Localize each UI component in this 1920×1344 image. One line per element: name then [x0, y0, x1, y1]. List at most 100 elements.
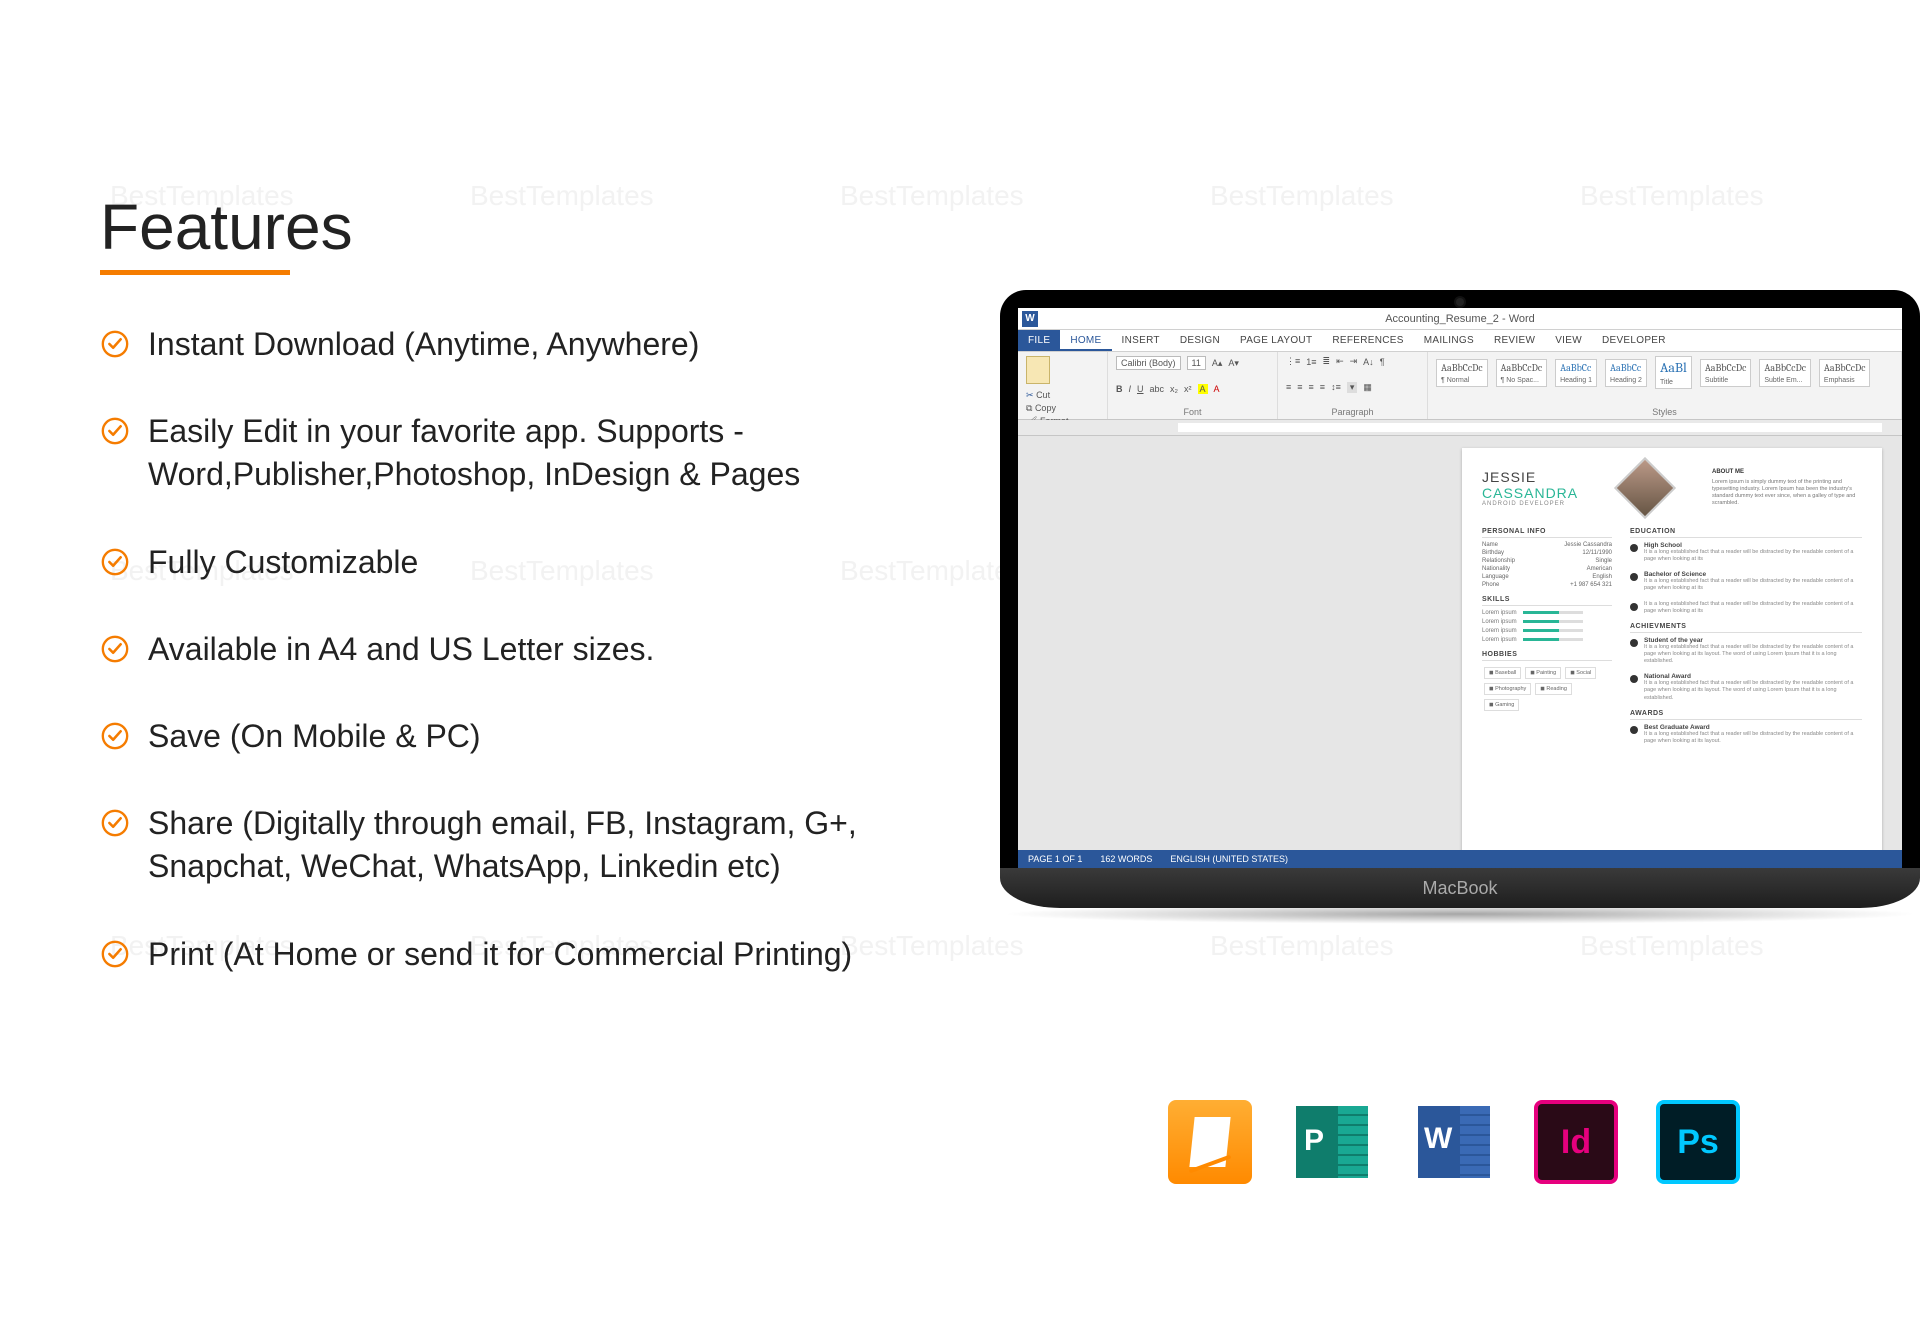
italic-button[interactable]: I: [1129, 384, 1132, 394]
highlight-button[interactable]: A: [1198, 384, 1208, 394]
check-icon: [100, 721, 130, 751]
resume-role: ANDROID DEVELOPER: [1482, 501, 1578, 507]
style--normal[interactable]: AaBbCcDc¶ Normal: [1436, 359, 1488, 387]
check-icon: [100, 808, 130, 838]
ribbon-group-paragraph: ⋮≡ 1≡ ≣ ⇤ ⇥ A↓ ¶ ≡ ≡ ≡: [1278, 352, 1428, 419]
info-row: RelationshipSingle: [1482, 558, 1612, 564]
feature-item: Print (At Home or send it for Commercial…: [100, 933, 880, 976]
bold-button[interactable]: B: [1116, 384, 1123, 394]
feature-text: Share (Digitally through email, FB, Inst…: [148, 802, 880, 888]
resume-entry: Best Graduate AwardIt is a long establis…: [1630, 724, 1862, 745]
style-heading-2[interactable]: AaBbCcHeading 2: [1605, 359, 1647, 387]
style-emphasis[interactable]: AaBbCcDcEmphasis: [1819, 359, 1871, 387]
word-app-icon: W: [1022, 311, 1038, 327]
font-color-button[interactable]: A: [1214, 384, 1220, 394]
style-title[interactable]: AaBlTitle: [1655, 356, 1692, 389]
ribbon-group-label: Paragraph: [1286, 407, 1419, 417]
word-doc-title: Accounting_Resume_2 - Word: [1385, 313, 1535, 325]
page: Features Instant Download (Anytime, Anyw…: [0, 0, 1920, 1344]
style--no-spac-[interactable]: AaBbCcDc¶ No Spac...: [1496, 359, 1548, 387]
feature-text: Save (On Mobile & PC): [148, 715, 481, 758]
ribbon-tab-mailings[interactable]: MAILINGS: [1414, 330, 1484, 351]
ribbon-tab-page-layout[interactable]: PAGE LAYOUT: [1230, 330, 1322, 351]
resume-page: JESSIECASSANDRA ANDROID DEVELOPER ABOUT …: [1462, 448, 1882, 850]
sub-button[interactable]: x₂: [1170, 384, 1178, 394]
ribbon-tab-design[interactable]: DESIGN: [1170, 330, 1230, 351]
ribbon-tab-references[interactable]: REFERENCES: [1322, 330, 1413, 351]
line-spacing-icon[interactable]: ↕≡: [1331, 382, 1341, 392]
align-left-icon[interactable]: ≡: [1286, 382, 1291, 392]
feature-item: Save (On Mobile & PC): [100, 715, 880, 758]
sup-button[interactable]: x²: [1184, 384, 1192, 394]
feature-text: Easily Edit in your favorite app. Suppor…: [148, 410, 880, 496]
underline-button[interactable]: U: [1137, 384, 1144, 394]
resume-photo: [1614, 457, 1676, 519]
page-title: Features: [100, 190, 880, 264]
style-subtle-em-[interactable]: AaBbCcDcSubtle Em...: [1759, 359, 1811, 387]
laptop-bezel: W Accounting_Resume_2 - Word FILEHOMEINS…: [1000, 290, 1920, 868]
resume-entry: Student of the yearIt is a long establis…: [1630, 637, 1862, 665]
ruler[interactable]: [1018, 420, 1902, 436]
publisher-app-icon: [1290, 1100, 1374, 1184]
feature-text: Print (At Home or send it for Commercial…: [148, 933, 852, 976]
preview-column: W Accounting_Resume_2 - Word FILEHOMEINS…: [880, 190, 1840, 1344]
ribbon-group-font: Calibri (Body) 11 A▴ A▾ B I U abc x₂: [1108, 352, 1278, 419]
bullets-icon[interactable]: ⋮≡: [1286, 356, 1300, 367]
ribbon-tab-insert[interactable]: INSERT: [1112, 330, 1170, 351]
feature-text: Available in A4 and US Letter sizes.: [148, 628, 654, 671]
font-shrink-icon[interactable]: A▾: [1228, 358, 1239, 369]
align-center-icon[interactable]: ≡: [1297, 382, 1302, 392]
multilevel-icon[interactable]: ≣: [1323, 356, 1331, 367]
info-row: NationalityAmerican: [1482, 566, 1612, 572]
section-skills: SKILLS: [1482, 596, 1612, 606]
document-area[interactable]: JESSIECASSANDRA ANDROID DEVELOPER ABOUT …: [1018, 436, 1902, 850]
ribbon-tabs: FILEHOMEINSERTDESIGNPAGE LAYOUTREFERENCE…: [1018, 330, 1902, 352]
laptop-base: [1000, 868, 1920, 908]
ribbon-group-label: Font: [1116, 407, 1269, 417]
justify-icon[interactable]: ≡: [1320, 382, 1325, 392]
laptop-mockup: W Accounting_Resume_2 - Word FILEHOMEINS…: [1000, 290, 1920, 924]
borders-button[interactable]: ▦: [1363, 382, 1372, 393]
outdent-icon[interactable]: ⇤: [1336, 356, 1344, 367]
resume-entry: National AwardIt is a long established f…: [1630, 673, 1862, 701]
sort-icon[interactable]: A↓: [1363, 357, 1374, 367]
showmarks-icon[interactable]: ¶: [1380, 357, 1385, 367]
align-right-icon[interactable]: ≡: [1309, 382, 1314, 392]
skill-row: Lorem ipsum: [1482, 628, 1612, 634]
info-row: NameJessie Cassandra: [1482, 542, 1612, 548]
indent-icon[interactable]: ⇥: [1350, 356, 1358, 367]
resume-about: ABOUT ME Lorem ipsum is simply dummy tex…: [1712, 469, 1862, 507]
status-lang: ENGLISH (UNITED STATES): [1170, 850, 1288, 868]
font-grow-icon[interactable]: A▴: [1212, 358, 1223, 369]
check-icon: [100, 416, 130, 446]
indesign-app-icon: Id: [1534, 1100, 1618, 1184]
style-heading-1[interactable]: AaBbCcHeading 1: [1555, 359, 1597, 387]
ribbon-tab-file[interactable]: FILE: [1018, 330, 1060, 351]
feature-item: Share (Digitally through email, FB, Inst…: [100, 802, 880, 888]
ribbon-tab-view[interactable]: VIEW: [1545, 330, 1592, 351]
style-subtitle[interactable]: AaBbCcDcSubtitle: [1700, 359, 1752, 387]
ribbon-tab-home[interactable]: HOME: [1060, 330, 1111, 351]
feature-item: Instant Download (Anytime, Anywhere): [100, 323, 880, 366]
word-titlebar: W Accounting_Resume_2 - Word: [1018, 308, 1902, 330]
ribbon-tab-review[interactable]: REVIEW: [1484, 330, 1545, 351]
font-name-select[interactable]: Calibri (Body): [1116, 356, 1181, 370]
info-row: Birthday12/11/1990: [1482, 550, 1612, 556]
cut-button[interactable]: ✂ Cut: [1026, 390, 1099, 401]
strike-button[interactable]: abc: [1150, 384, 1165, 394]
check-icon: [100, 329, 130, 359]
photoshop-app-icon: Ps: [1656, 1100, 1740, 1184]
shading-button[interactable]: ▾: [1347, 382, 1358, 393]
feature-list: Instant Download (Anytime, Anywhere) Easi…: [100, 323, 880, 976]
word-app-icon: [1412, 1100, 1496, 1184]
paste-icon[interactable]: [1026, 356, 1050, 384]
section-education: EDUCATION: [1630, 528, 1862, 538]
font-size-select[interactable]: 11: [1187, 356, 1206, 370]
numbering-icon[interactable]: 1≡: [1306, 357, 1316, 367]
ribbon-tab-developer[interactable]: DEVELOPER: [1592, 330, 1676, 351]
feature-item: Available in A4 and US Letter sizes.: [100, 628, 880, 671]
word-statusbar: PAGE 1 OF 1 162 WORDS ENGLISH (UNITED ST…: [1018, 850, 1902, 868]
copy-button[interactable]: ⧉ Copy: [1026, 403, 1099, 414]
hobby-chip: ◼ Baseball: [1484, 667, 1521, 679]
check-icon: [100, 939, 130, 969]
